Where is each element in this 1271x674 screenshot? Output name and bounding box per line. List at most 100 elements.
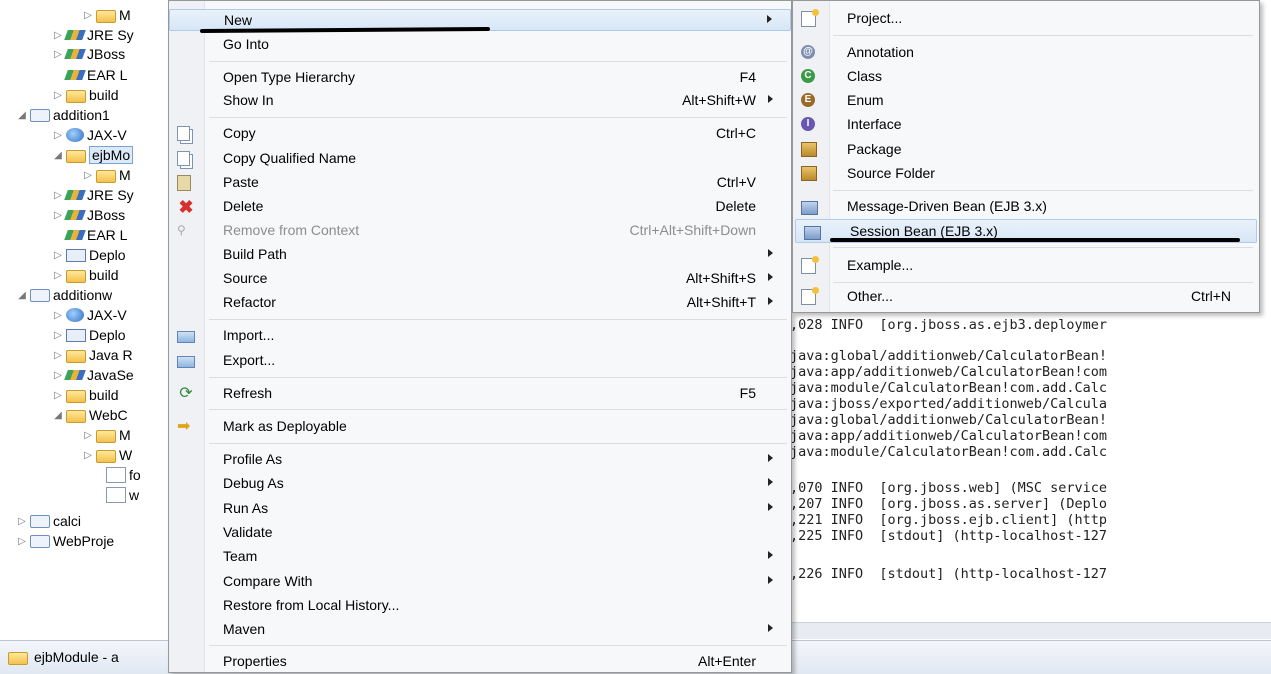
tree-item[interactable]: ▷ JRE Sy bbox=[52, 184, 134, 206]
tree-item[interactable]: ▷ JAX-V bbox=[52, 124, 127, 146]
menu-item-show-in[interactable]: Show In Alt+Shift+W bbox=[169, 90, 791, 112]
submenu-arrow-icon bbox=[768, 454, 773, 462]
expand-arrow-icon[interactable]: ▷ bbox=[52, 49, 64, 60]
menu-item-import[interactable]: Import... bbox=[169, 325, 791, 347]
menu-item-mark-as-deployable[interactable]: ➡ Mark as Deployable bbox=[169, 416, 791, 438]
menu-item-source[interactable]: Source Alt+Shift+S bbox=[169, 268, 791, 290]
tree-item[interactable]: EAR L bbox=[52, 224, 127, 246]
expand-arrow-icon[interactable]: ▷ bbox=[82, 450, 94, 461]
submenu-separator bbox=[833, 247, 1253, 248]
expand-arrow-icon[interactable]: ▷ bbox=[52, 190, 64, 201]
console-output[interactable]: ,028 INFO [org.jboss.as.ejb3.deploymer j… bbox=[790, 300, 1271, 640]
web-project-icon bbox=[30, 288, 50, 302]
menu-item-profile-as[interactable]: Profile As bbox=[169, 449, 791, 471]
expand-arrow-icon[interactable]: ▷ bbox=[16, 516, 28, 527]
menu-item-copy[interactable]: Copy Ctrl+C bbox=[169, 123, 791, 145]
folder-icon bbox=[66, 89, 86, 103]
tree-item[interactable]: fo bbox=[92, 464, 141, 486]
new-submenu: Project... @ Annotation C Class E Enum I Int… bbox=[792, 0, 1260, 313]
console-line: ,221 INFO [org.jboss.ejb.client] (http bbox=[790, 512, 1107, 528]
tree-item[interactable]: ▷ Deplo bbox=[52, 324, 125, 346]
submenu-arrow-icon bbox=[767, 15, 772, 23]
menu-item-debug-as[interactable]: Debug As bbox=[169, 473, 791, 495]
expand-arrow-icon[interactable]: ▷ bbox=[52, 250, 64, 261]
menu-item-run-as[interactable]: Run As bbox=[169, 498, 791, 520]
tree-item[interactable]: ▷ M bbox=[82, 4, 131, 26]
submenu-item-source-folder[interactable]: Source Folder bbox=[793, 162, 1259, 186]
collapse-arrow-icon[interactable]: ◢ bbox=[16, 290, 28, 301]
tree-item[interactable]: ◢ WebC bbox=[52, 404, 128, 426]
menu-item-maven[interactable]: Maven bbox=[169, 619, 791, 641]
menu-item-validate[interactable]: Validate bbox=[169, 522, 791, 544]
expand-arrow-icon[interactable]: ▷ bbox=[52, 30, 64, 41]
collapse-arrow-icon[interactable]: ◢ bbox=[52, 150, 64, 161]
tree-item[interactable]: ▷ W bbox=[82, 444, 132, 466]
tree-item[interactable]: ◢ additionw bbox=[16, 284, 112, 306]
menu-item-refactor[interactable]: Refactor Alt+Shift+T bbox=[169, 292, 791, 314]
expand-arrow-icon[interactable]: ▷ bbox=[52, 210, 64, 221]
tree-item[interactable]: ▷ build bbox=[52, 264, 118, 286]
menu-item-build-path[interactable]: Build Path bbox=[169, 244, 791, 266]
tree-item[interactable]: ▷ build bbox=[52, 384, 119, 406]
submenu-item-interface[interactable]: I Interface bbox=[793, 113, 1259, 137]
tree-item[interactable]: ◢ addition1 bbox=[16, 104, 110, 126]
tree-item-label: additionw bbox=[53, 287, 113, 303]
tree-item[interactable]: ▷ JavaSe bbox=[52, 364, 134, 386]
library-icon bbox=[64, 190, 86, 200]
menu-item-label: Copy Qualified Name bbox=[223, 150, 357, 166]
submenu-item-other[interactable]: Other... Ctrl+N bbox=[793, 285, 1259, 309]
submenu-item-annotation[interactable]: @ Annotation bbox=[793, 41, 1259, 65]
menu-item-properties[interactable]: Properties Alt+Enter bbox=[169, 651, 791, 673]
menu-item-refresh[interactable]: ⟳ Refresh F5 bbox=[169, 383, 791, 405]
expand-arrow-icon[interactable]: ▷ bbox=[52, 370, 64, 381]
submenu-item-enum[interactable]: E Enum bbox=[793, 89, 1259, 113]
menu-item-paste[interactable]: Paste Ctrl+V bbox=[169, 172, 791, 194]
menu-item-label: New bbox=[224, 12, 253, 28]
tree-item[interactable]: ▷ build bbox=[52, 84, 118, 106]
collapse-arrow-icon[interactable]: ◢ bbox=[52, 410, 64, 421]
tree-item[interactable]: ▷ calci bbox=[16, 510, 81, 532]
expand-arrow-icon[interactable]: ▷ bbox=[52, 390, 64, 401]
tree-item-label: build bbox=[89, 387, 119, 403]
expand-arrow-icon[interactable]: ▷ bbox=[52, 330, 64, 341]
expand-arrow-icon[interactable]: ▷ bbox=[52, 310, 64, 321]
menu-item-go-into[interactable]: Go Into bbox=[169, 34, 791, 56]
expand-arrow-icon[interactable]: ▷ bbox=[16, 536, 28, 547]
tree-item-label: JBoss bbox=[87, 46, 126, 62]
menu-separator bbox=[209, 117, 787, 118]
submenu-item-example[interactable]: Example... bbox=[793, 254, 1259, 278]
menu-item-compare-with[interactable]: Compare With bbox=[169, 571, 791, 593]
expand-arrow-icon[interactable]: ▷ bbox=[52, 90, 64, 101]
menu-item-team[interactable]: Team bbox=[169, 546, 791, 568]
menu-item-label: Mark as Deployable bbox=[223, 418, 347, 434]
tree-item[interactable]: ▷ WebProje bbox=[16, 530, 114, 552]
tree-item[interactable]: EAR L bbox=[52, 64, 127, 86]
menu-item-open-type-hierarchy[interactable]: Open Type Hierarchy F4 bbox=[169, 67, 791, 89]
tree-item[interactable]: w bbox=[92, 484, 139, 506]
tree-item[interactable]: ▷ M bbox=[82, 164, 131, 186]
menu-item-export[interactable]: Export... bbox=[169, 350, 791, 372]
collapse-arrow-icon[interactable]: ◢ bbox=[16, 110, 28, 121]
console-horizontal-scrollbar[interactable] bbox=[790, 622, 1271, 639]
tree-item[interactable]: ▷ JBoss bbox=[52, 204, 125, 226]
tree-item-selected[interactable]: ◢ ejbMo bbox=[52, 144, 134, 166]
tree-item[interactable]: ▷ JAX-V bbox=[52, 304, 127, 326]
submenu-item-project[interactable]: Project... bbox=[793, 7, 1259, 31]
menu-item-copy-qualified-name[interactable]: Copy Qualified Name bbox=[169, 148, 791, 170]
submenu-item-message-driven-bean[interactable]: Message-Driven Bean (EJB 3.x) bbox=[793, 195, 1259, 219]
expand-arrow-icon[interactable]: ▷ bbox=[82, 170, 94, 181]
submenu-arrow-icon bbox=[768, 297, 773, 305]
submenu-item-class[interactable]: C Class bbox=[793, 65, 1259, 89]
submenu-item-package[interactable]: Package bbox=[793, 138, 1259, 162]
expand-arrow-icon[interactable]: ▷ bbox=[52, 350, 64, 361]
tree-item[interactable]: ▷ Deplo bbox=[52, 244, 125, 266]
menu-item-restore-from-local-history[interactable]: Restore from Local History... bbox=[169, 595, 791, 617]
expand-arrow-icon[interactable]: ▷ bbox=[82, 430, 94, 441]
tree-item[interactable]: ▷ M bbox=[82, 424, 131, 446]
tree-item[interactable]: ▷ JBoss bbox=[52, 43, 125, 65]
expand-arrow-icon[interactable]: ▷ bbox=[52, 130, 64, 141]
menu-item-delete[interactable]: ✖ Delete Delete bbox=[169, 196, 791, 218]
expand-arrow-icon[interactable]: ▷ bbox=[82, 10, 94, 21]
tree-item[interactable]: ▷ Java R bbox=[52, 344, 132, 366]
expand-arrow-icon[interactable]: ▷ bbox=[52, 270, 64, 281]
